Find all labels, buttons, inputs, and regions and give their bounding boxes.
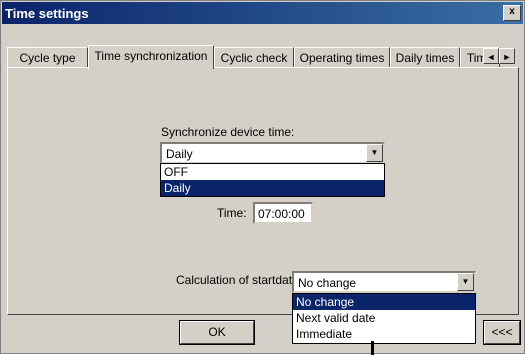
tab-cyclic-check[interactable]: Cyclic check [214, 47, 294, 67]
startdate-combo[interactable]: No change ▼ [292, 271, 476, 293]
time-input[interactable]: 07:00:00 [253, 202, 313, 224]
sync-option-off[interactable]: OFF [161, 164, 384, 180]
tab-daily-times[interactable]: Daily times [390, 47, 460, 67]
chevron-down-icon[interactable]: ▼ [457, 273, 474, 291]
window-title: Time settings [5, 6, 89, 21]
time-input-value: 07:00:00 [258, 207, 305, 221]
time-label: Time: [217, 206, 247, 220]
tab-scroll-left-icon[interactable]: ◄ [483, 48, 499, 64]
tab-cycle-type[interactable]: Cycle type [7, 47, 88, 67]
tab-operating-times[interactable]: Operating times [294, 47, 390, 67]
text-cursor-icon [371, 341, 374, 355]
sync-option-daily[interactable]: Daily [161, 180, 384, 196]
startdate-option-immediate[interactable]: Immediate [293, 326, 475, 342]
more-button[interactable]: <<< [483, 320, 521, 345]
startdate-combo-value: No change [298, 276, 357, 290]
startdate-dropdown-list: No change Next valid date Immediate [292, 293, 476, 344]
sync-dropdown-list: OFF Daily [160, 163, 385, 197]
tab-time-synchronization[interactable]: Time synchronization [88, 45, 214, 69]
sync-combo[interactable]: Daily ▼ [160, 142, 385, 164]
sync-combo-value: Daily [166, 147, 193, 161]
title-bar[interactable]: Time settings x [2, 2, 523, 24]
time-settings-window: Time settings x Cycle type Time synchron… [0, 0, 525, 355]
startdate-label: Calculation of startdate: [176, 273, 303, 287]
startdate-option-next-valid-date[interactable]: Next valid date [293, 310, 475, 326]
sync-label: Synchronize device time: [161, 125, 295, 139]
ok-button[interactable]: OK [179, 320, 255, 345]
tab-scroll-right-icon[interactable]: ► [499, 48, 515, 64]
startdate-option-no-change[interactable]: No change [293, 294, 475, 310]
chevron-down-icon[interactable]: ▼ [366, 144, 383, 162]
close-button[interactable]: x [503, 5, 521, 21]
